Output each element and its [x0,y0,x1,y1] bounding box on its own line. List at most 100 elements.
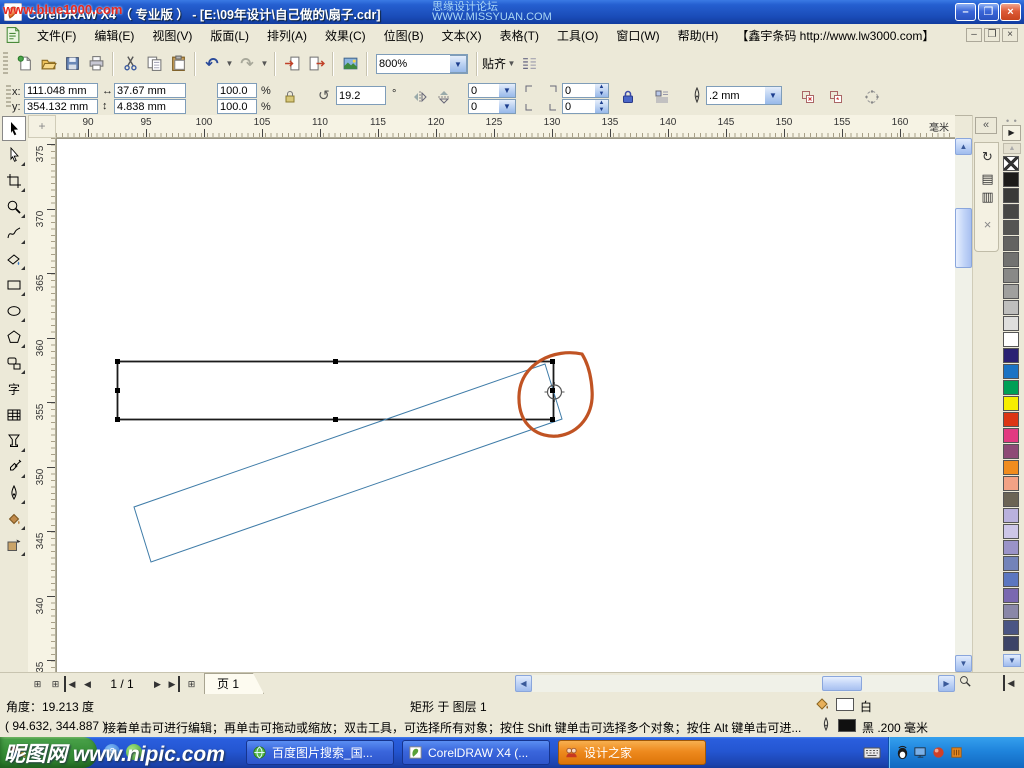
paste-button[interactable] [166,52,190,76]
zoom-tool[interactable] [2,194,26,219]
input-method-keyboard-icon[interactable] [862,746,882,760]
color-swatch-4[interactable] [1003,220,1019,235]
mirror-horizontal-button[interactable] [408,85,432,109]
docker-close-icon[interactable]: × [975,217,1000,232]
taskbar-task-3[interactable]: 设计之家 [558,740,706,765]
blend-tool[interactable] [2,428,26,453]
menu-item-6[interactable]: 效果(C) [316,25,375,47]
color-swatch-2[interactable] [1003,188,1019,203]
color-swatch-9[interactable] [1003,300,1019,315]
doc-minimize-button[interactable]: – [966,28,982,42]
outline-width-combo[interactable] [706,86,766,105]
color-swatch-13[interactable] [1003,364,1019,379]
page-tab[interactable]: 页 1 [204,673,264,694]
hscroll-thumb[interactable] [822,676,862,691]
menu-item-2[interactable]: 编辑(E) [85,25,143,47]
round-corners-lock-button[interactable] [616,85,640,109]
color-swatch-19[interactable] [1003,460,1019,475]
tray-qq-icon[interactable] [895,745,910,760]
color-swatch-21[interactable] [1003,492,1019,507]
quick-launch-icon-2[interactable] [126,744,142,760]
fill-tool[interactable] [2,506,26,531]
redo-dropdown-arrow[interactable]: ▼ [259,52,270,76]
rectangle-tool[interactable] [2,272,26,297]
corner-radius-field-1[interactable] [468,83,500,98]
shape-tool[interactable] [2,142,26,167]
options-button[interactable] [517,52,541,76]
polygon-tool[interactable] [2,324,26,349]
menu-item-7[interactable]: 位图(B) [375,25,433,47]
object-height-field[interactable] [114,99,186,114]
quick-launch-ie-icon[interactable]: e [104,744,120,760]
corner-dropdown-2[interactable]: ▼ [499,99,516,114]
color-swatch-25[interactable] [1003,556,1019,571]
smart-fill-tool[interactable] [2,246,26,271]
palette-scroll-up-button[interactable]: ▲ [1003,143,1021,154]
scale-h-field[interactable] [217,83,257,98]
eyedropper-tool[interactable] [2,454,26,479]
open-button[interactable] [36,52,60,76]
color-swatch-26[interactable] [1003,572,1019,587]
color-swatch-6[interactable] [1003,252,1019,267]
color-swatch-18[interactable] [1003,444,1019,459]
menu-item-4[interactable]: 版面(L) [201,25,258,47]
save-button[interactable] [60,52,84,76]
interactive-fill-tool[interactable] [2,532,26,557]
color-swatch-15[interactable] [1003,396,1019,411]
palette-dock-button[interactable]: ◀ [1003,675,1017,691]
symmetry-button-1[interactable] [796,85,820,109]
new-button[interactable] [12,52,36,76]
snap-dropdown-arrow[interactable]: ▼ [506,52,517,76]
doc-close-button[interactable]: × [1002,28,1018,42]
menu-item-1[interactable]: 文件(F) [28,25,85,47]
print-button[interactable] [84,52,108,76]
object-width-field[interactable] [114,83,186,98]
handles-button[interactable] [860,85,884,109]
fill-color-swatch[interactable] [836,698,854,711]
color-swatch-27[interactable] [1003,588,1019,603]
doc-restore-button[interactable]: ❐ [984,28,1000,42]
color-swatch-8[interactable] [1003,284,1019,299]
color-swatch-17[interactable] [1003,428,1019,443]
color-swatch-7[interactable] [1003,268,1019,283]
palette-scroll-down-button[interactable]: ▼ [1003,654,1021,667]
hscroll-track[interactable] [532,675,938,692]
taskbar-task-2[interactable]: CorelDRAW X4 (... [402,740,550,765]
menu-item-12[interactable]: 帮助(H) [669,25,728,47]
minimize-button[interactable]: – [955,3,976,21]
palette-flyout-button[interactable]: ▶ [1002,125,1021,141]
color-swatch-22[interactable] [1003,508,1019,523]
corner-radius-field-4[interactable] [562,99,596,114]
menu-item-10[interactable]: 工具(O) [548,25,607,47]
y-position-field[interactable] [24,99,98,114]
hscroll-right-button[interactable]: ▶ [938,675,955,692]
undo-dropdown-arrow[interactable]: ▼ [224,52,235,76]
fan-rib-rectangle[interactable] [118,362,554,420]
hscroll-left-button[interactable]: ◀ [515,675,532,692]
color-swatch-10[interactable] [1003,316,1019,331]
corner-radius-field-2[interactable] [468,99,500,114]
wrap-text-button[interactable] [650,85,674,109]
transform-docker-tab[interactable]: ↻ ▤ ▥ × [974,142,999,252]
symmetry-button-2[interactable] [824,85,848,109]
corner-spinner-4[interactable]: ▲▼ [595,99,609,114]
color-swatch-14[interactable] [1003,380,1019,395]
vscroll-up-button[interactable]: ▲ [955,138,972,155]
color-swatch-16[interactable] [1003,412,1019,427]
mirror-vertical-button[interactable] [432,85,456,109]
drawing-canvas[interactable] [56,138,955,672]
propbar-grip[interactable] [6,85,11,109]
tray-red-icon[interactable] [931,745,946,760]
outline-width-dropdown[interactable]: ▼ [765,86,782,105]
color-swatch-24[interactable] [1003,540,1019,555]
scale-v-field[interactable] [217,99,257,114]
rotation-angle-field[interactable] [336,86,386,105]
start-button[interactable] [0,737,97,768]
toolbar-grip[interactable] [3,52,8,76]
skew-transform-icon[interactable]: ▥ [975,189,1000,205]
x-position-field[interactable] [24,83,98,98]
restore-button[interactable]: ❐ [978,3,999,21]
color-swatch-30[interactable] [1003,636,1019,651]
vscroll-thumb[interactable] [955,208,972,268]
menu-item-5[interactable]: 排列(A) [258,25,316,47]
